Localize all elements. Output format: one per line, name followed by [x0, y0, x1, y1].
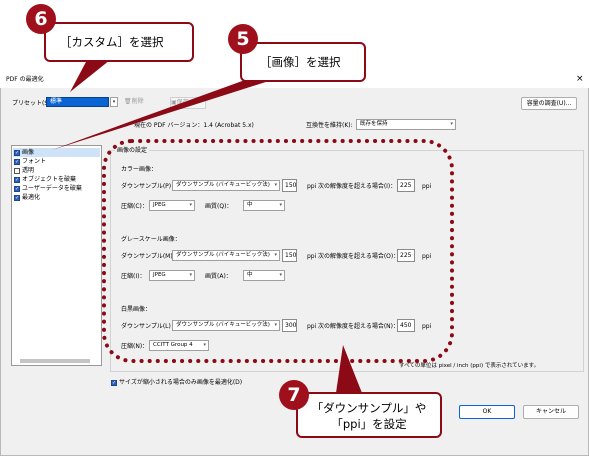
- callout-7-box: 「ダウンサンプル」や 「ppi」を設定: [296, 392, 442, 438]
- callout-6-number: 6: [26, 4, 56, 34]
- callout5-pointer: [52, 80, 272, 150]
- callout6-pointer: [70, 60, 110, 92]
- callout-7-line1: 「ダウンサンプル」や: [311, 401, 427, 415]
- callout-6-box: ［カスタム］を選択: [44, 22, 194, 62]
- callout-5-box: ［画像］を選択: [240, 42, 366, 82]
- callout7-pointer: [336, 345, 362, 393]
- callout-7-number: 7: [279, 380, 309, 410]
- callout-5-number: 5: [228, 24, 258, 54]
- callout-7-line2: 「ppi」を設定: [331, 417, 407, 431]
- highlight-dotted-outline: [102, 139, 454, 363]
